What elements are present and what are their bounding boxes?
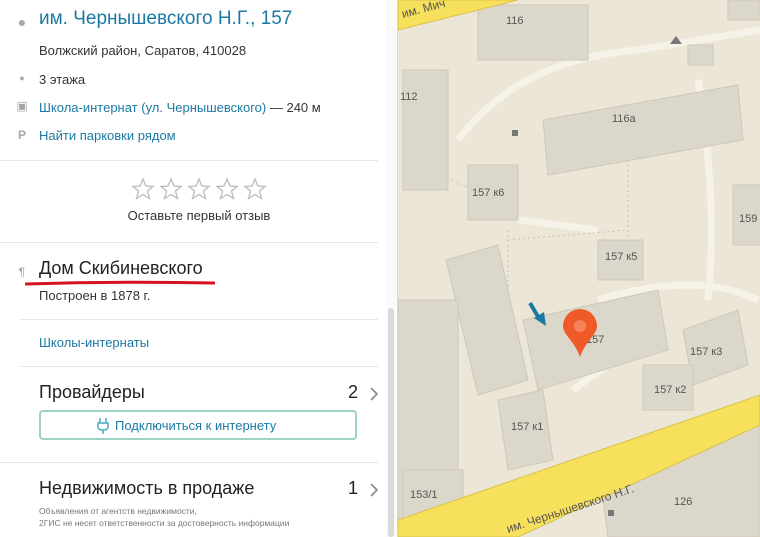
- chevron-right-icon[interactable]: [369, 483, 379, 497]
- building-116a: [542, 84, 744, 176]
- parking-link[interactable]: Найти парковки рядом: [39, 128, 176, 143]
- building-label: 157 к6: [472, 187, 504, 199]
- realty-count: 1: [348, 478, 359, 498]
- star-icon[interactable]: [131, 177, 155, 201]
- history-icon: ¶: [18, 265, 26, 279]
- realty-disclaimer-line2: 2ГИС не несет ответственности за достове…: [39, 518, 290, 528]
- realty-title[interactable]: Недвижимость в продаже: [39, 478, 254, 499]
- providers-title[interactable]: Провайдеры: [39, 382, 145, 403]
- building-116: [477, 4, 589, 61]
- transit-stop-link[interactable]: Школа-интернат (ул. Чернышевского): [39, 100, 266, 115]
- red-underline-annotation: [25, 280, 215, 286]
- review-prompt[interactable]: Оставьте первый отзыв: [0, 208, 398, 223]
- place-address: Волжский район, Саратов, 410028: [39, 43, 247, 58]
- bullet-icon: ●: [19, 73, 25, 83]
- place-title: им. Чернышевского Н.Г., 157: [39, 8, 293, 29]
- poi-icon: [512, 130, 518, 136]
- building-label: 157 к2: [654, 384, 686, 396]
- divider: [20, 366, 378, 367]
- transit-row: Школа-интернат (ул. Чернышевского) — 240…: [39, 100, 321, 115]
- transit-distance: — 240 м: [269, 100, 321, 115]
- building-label: 157 к5: [605, 251, 637, 263]
- map-canvas[interactable]: им. Мич им. Чернышевского Н.Г. 116 116а …: [398, 0, 760, 537]
- map-view[interactable]: им. Мич им. Чернышевского Н.Г. 116 116а …: [398, 0, 760, 537]
- building-label: 159: [739, 213, 757, 225]
- divider: [0, 242, 378, 243]
- connect-internet-label: Подключиться к интернету: [115, 418, 277, 433]
- building-label: 126: [674, 496, 692, 508]
- building-top-right: [727, 0, 760, 21]
- divider: [20, 319, 378, 320]
- divider: [0, 160, 378, 161]
- star-icon[interactable]: [159, 177, 183, 201]
- history-title: Дом Скибиневского: [39, 258, 203, 278]
- info-panel: ● им. Чернышевского Н.Г., 157 Волжский р…: [0, 0, 398, 537]
- bus-icon: ▣: [16, 99, 28, 113]
- building-small: [687, 44, 714, 66]
- chevron-right-icon[interactable]: [369, 387, 379, 401]
- plug-icon: [97, 418, 109, 434]
- providers-count: 2: [348, 382, 359, 402]
- location-pin-icon: ●: [17, 14, 27, 30]
- realty-disclaimer-line1: Объявления от агентств недвижимости,: [39, 506, 197, 516]
- scrollbar-thumb[interactable]: [388, 308, 394, 537]
- parking-icon: P: [17, 128, 26, 142]
- category-link[interactable]: Школы-интернаты: [39, 335, 149, 350]
- floors-text: 3 этажа: [39, 72, 86, 87]
- built-year-text: Построен в 1878 г.: [39, 288, 151, 303]
- building-label: 112: [400, 91, 418, 103]
- star-icon[interactable]: [187, 177, 211, 201]
- rating-stars[interactable]: [131, 177, 267, 201]
- building-112: [402, 69, 449, 191]
- poi-icon: [608, 510, 614, 516]
- building-label: 116а: [612, 113, 637, 125]
- building-label: 157 к1: [511, 421, 543, 433]
- divider: [0, 462, 378, 463]
- star-icon[interactable]: [243, 177, 267, 201]
- connect-internet-button[interactable]: Подключиться к интернету: [39, 410, 357, 440]
- building-label: 116: [506, 15, 524, 27]
- building-label: 153/1: [410, 489, 438, 501]
- building-label: 157 к3: [690, 346, 722, 358]
- star-icon[interactable]: [215, 177, 239, 201]
